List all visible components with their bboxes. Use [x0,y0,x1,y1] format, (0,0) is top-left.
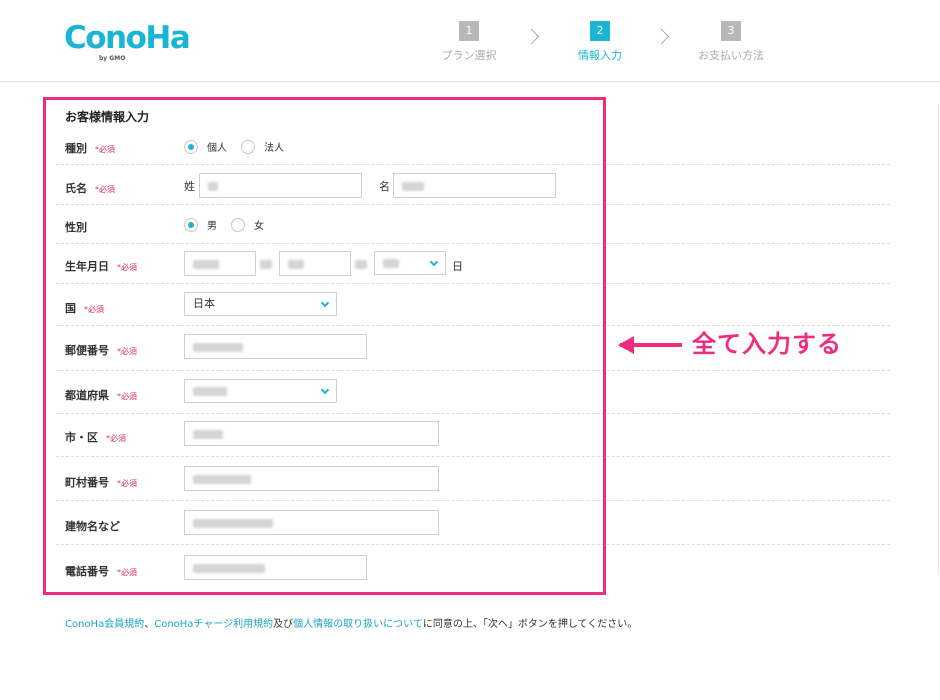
member-terms-link[interactable]: ConoHa会員規約 [65,619,144,630]
step-info-input: 2 情報入力 [560,21,640,63]
privacy-policy-link[interactable]: 個人情報の取り扱いについて [293,619,423,630]
logo-sub: by GMO [99,55,126,62]
step-label: プラン選択 [441,49,497,62]
terms-separator: 及び [273,619,294,630]
step-number: 3 [721,21,741,41]
step-number: 2 [590,21,610,41]
logo-text: ConoHa [64,20,191,56]
step-label: お支払い方法 [698,49,764,62]
step-payment-method: 3 お支払い方法 [691,21,771,63]
divider [938,104,939,574]
step-number: 1 [459,21,479,41]
chevron-right-icon [653,28,670,45]
arrow-left-icon [618,336,682,354]
annotation-text: 全て入力する [692,330,842,358]
conoha-logo[interactable]: ConoHa by GMO [64,20,191,62]
charge-terms-link[interactable]: ConoHaチャージ利用規約 [154,619,273,630]
header: ConoHa by GMO 1 プラン選択 2 情報入力 3 お支払い方法 [0,0,940,82]
step-label: 情報入力 [578,49,622,62]
step-plan-select: 1 プラン選択 [429,21,509,63]
highlight-box [43,97,606,595]
terms-tail: に同意の上、「次へ」ボタンを押してください。 [422,619,638,630]
terms-separator: 、 [144,619,155,630]
chevron-right-icon [523,28,540,45]
terms-notice: ConoHa会員規約、ConoHaチャージ利用規約及び個人情報の取り扱いについて… [65,615,637,630]
